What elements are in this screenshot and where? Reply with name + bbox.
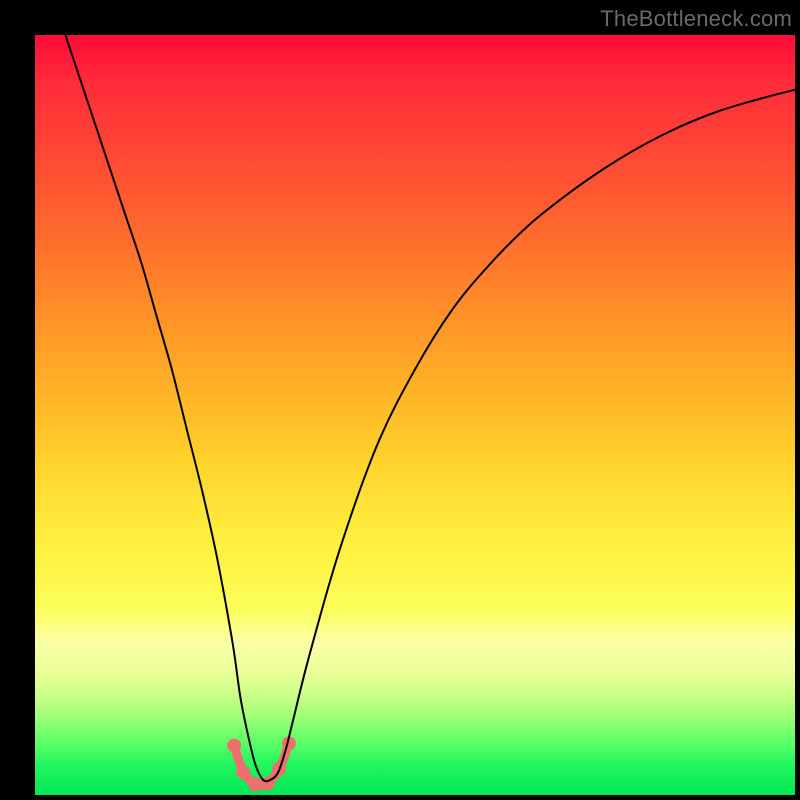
chart-svg xyxy=(35,35,795,795)
bottleneck-curve xyxy=(65,35,795,781)
chart-frame: TheBottleneck.com xyxy=(0,0,800,800)
marker-dot xyxy=(227,739,241,753)
watermark-text: TheBottleneck.com xyxy=(600,6,792,32)
marker-dot xyxy=(236,765,250,779)
marker-dot xyxy=(248,777,262,791)
